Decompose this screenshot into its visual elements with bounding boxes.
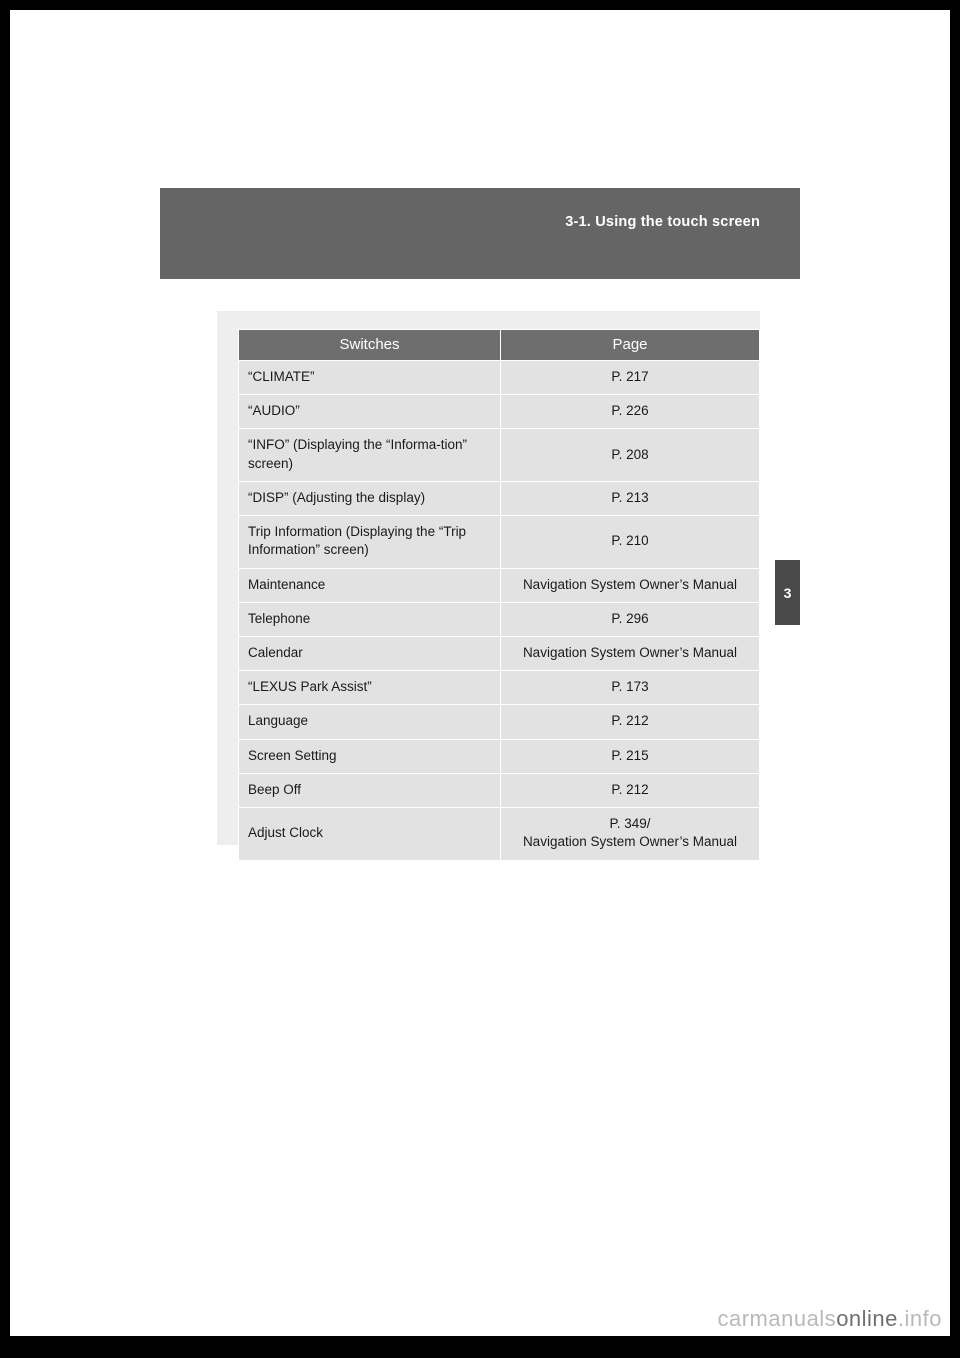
table-row: “CLIMATE” P. 217 bbox=[238, 359, 760, 396]
cell-switch: “INFO” (Displaying the “Informa-tion” sc… bbox=[238, 428, 501, 482]
cell-switch: Adjust Clock bbox=[238, 807, 501, 861]
chapter-number: 3 bbox=[783, 584, 792, 601]
cell-page: P. 296 bbox=[500, 601, 760, 637]
page-frame-bottom bbox=[0, 1336, 960, 1358]
cell-switch: “DISP” (Adjusting the display) bbox=[238, 480, 501, 517]
table-row: Telephone P. 296 bbox=[238, 601, 760, 637]
cell-page: P. 349/Navigation System Owner’s Manual bbox=[500, 807, 760, 861]
cell-page: P. 208 bbox=[500, 428, 760, 482]
switches-page-table: Switches Page “CLIMATE” P. 217 “AUDIO” P. 2… bbox=[238, 329, 760, 861]
cell-page: P. 217 bbox=[500, 359, 760, 396]
cell-switch: “AUDIO” bbox=[238, 394, 501, 430]
page-frame-right bbox=[950, 0, 960, 1358]
cell-switch: “LEXUS Park Assist” bbox=[238, 670, 501, 706]
column-header-page: Page bbox=[500, 329, 760, 361]
table-row: Language P. 212 bbox=[238, 704, 760, 740]
cell-switch: Language bbox=[238, 704, 501, 740]
table-row: Trip Information (Displaying the “Trip I… bbox=[238, 515, 760, 569]
cell-switch: Calendar bbox=[238, 635, 501, 672]
table-header: Switches Page bbox=[238, 329, 760, 361]
page-frame-top bbox=[0, 0, 960, 10]
cell-switch: Telephone bbox=[238, 601, 501, 637]
cell-page: P. 212 bbox=[500, 704, 760, 740]
cell-switch: Beep Off bbox=[238, 772, 501, 809]
cell-page: P. 213 bbox=[500, 480, 760, 517]
cell-page: P. 210 bbox=[500, 515, 760, 569]
document-page: 3-1. Using the touch screen 3 Switches P… bbox=[0, 0, 960, 1358]
table-row: Maintenance Navigation System Owner’s Man… bbox=[238, 567, 760, 603]
column-header-switches: Switches bbox=[238, 329, 501, 361]
table-row: Calendar Navigation System Owner’s Manual bbox=[238, 635, 760, 672]
watermark-part-1: carmanuals bbox=[717, 1306, 837, 1331]
cell-switch: Maintenance bbox=[238, 567, 501, 603]
table-row: “AUDIO” P. 226 bbox=[238, 394, 760, 430]
section-title: 3-1. Using the touch screen bbox=[565, 214, 760, 230]
table-body: “CLIMATE” P. 217 “AUDIO” P. 226 “INFO” (Disp… bbox=[238, 359, 760, 861]
table-row: Screen Setting P. 215 bbox=[238, 738, 760, 774]
table-row: Beep Off P. 212 bbox=[238, 772, 760, 809]
cell-page: Navigation System Owner’s Manual bbox=[500, 567, 760, 603]
table-header-row: Switches Page bbox=[238, 329, 760, 361]
table-row: “DISP” (Adjusting the display) P. 213 bbox=[238, 480, 760, 517]
chapter-tab: 3 bbox=[775, 560, 800, 625]
cell-switch: “CLIMATE” bbox=[238, 359, 501, 396]
cell-page: P. 226 bbox=[500, 394, 760, 430]
table-row: “INFO” (Displaying the “Informa-tion” sc… bbox=[238, 428, 760, 482]
cell-switch: Screen Setting bbox=[238, 738, 501, 774]
watermark-part-2: online bbox=[836, 1306, 898, 1331]
table-row: Adjust Clock P. 349/Navigation System Own… bbox=[238, 807, 760, 861]
cell-page: Navigation System Owner’s Manual bbox=[500, 635, 760, 672]
cell-page: P. 212 bbox=[500, 772, 760, 809]
watermark-part-3: .info bbox=[897, 1306, 942, 1331]
site-watermark: carmanualsonline.info bbox=[717, 1306, 942, 1332]
page-frame-left bbox=[0, 0, 10, 1358]
table-row: “LEXUS Park Assist” P. 173 bbox=[238, 670, 760, 706]
cell-page: P. 215 bbox=[500, 738, 760, 774]
page-header-band: 3-1. Using the touch screen bbox=[160, 188, 800, 279]
cell-switch: Trip Information (Displaying the “Trip I… bbox=[238, 515, 501, 569]
cell-page: P. 173 bbox=[500, 670, 760, 706]
